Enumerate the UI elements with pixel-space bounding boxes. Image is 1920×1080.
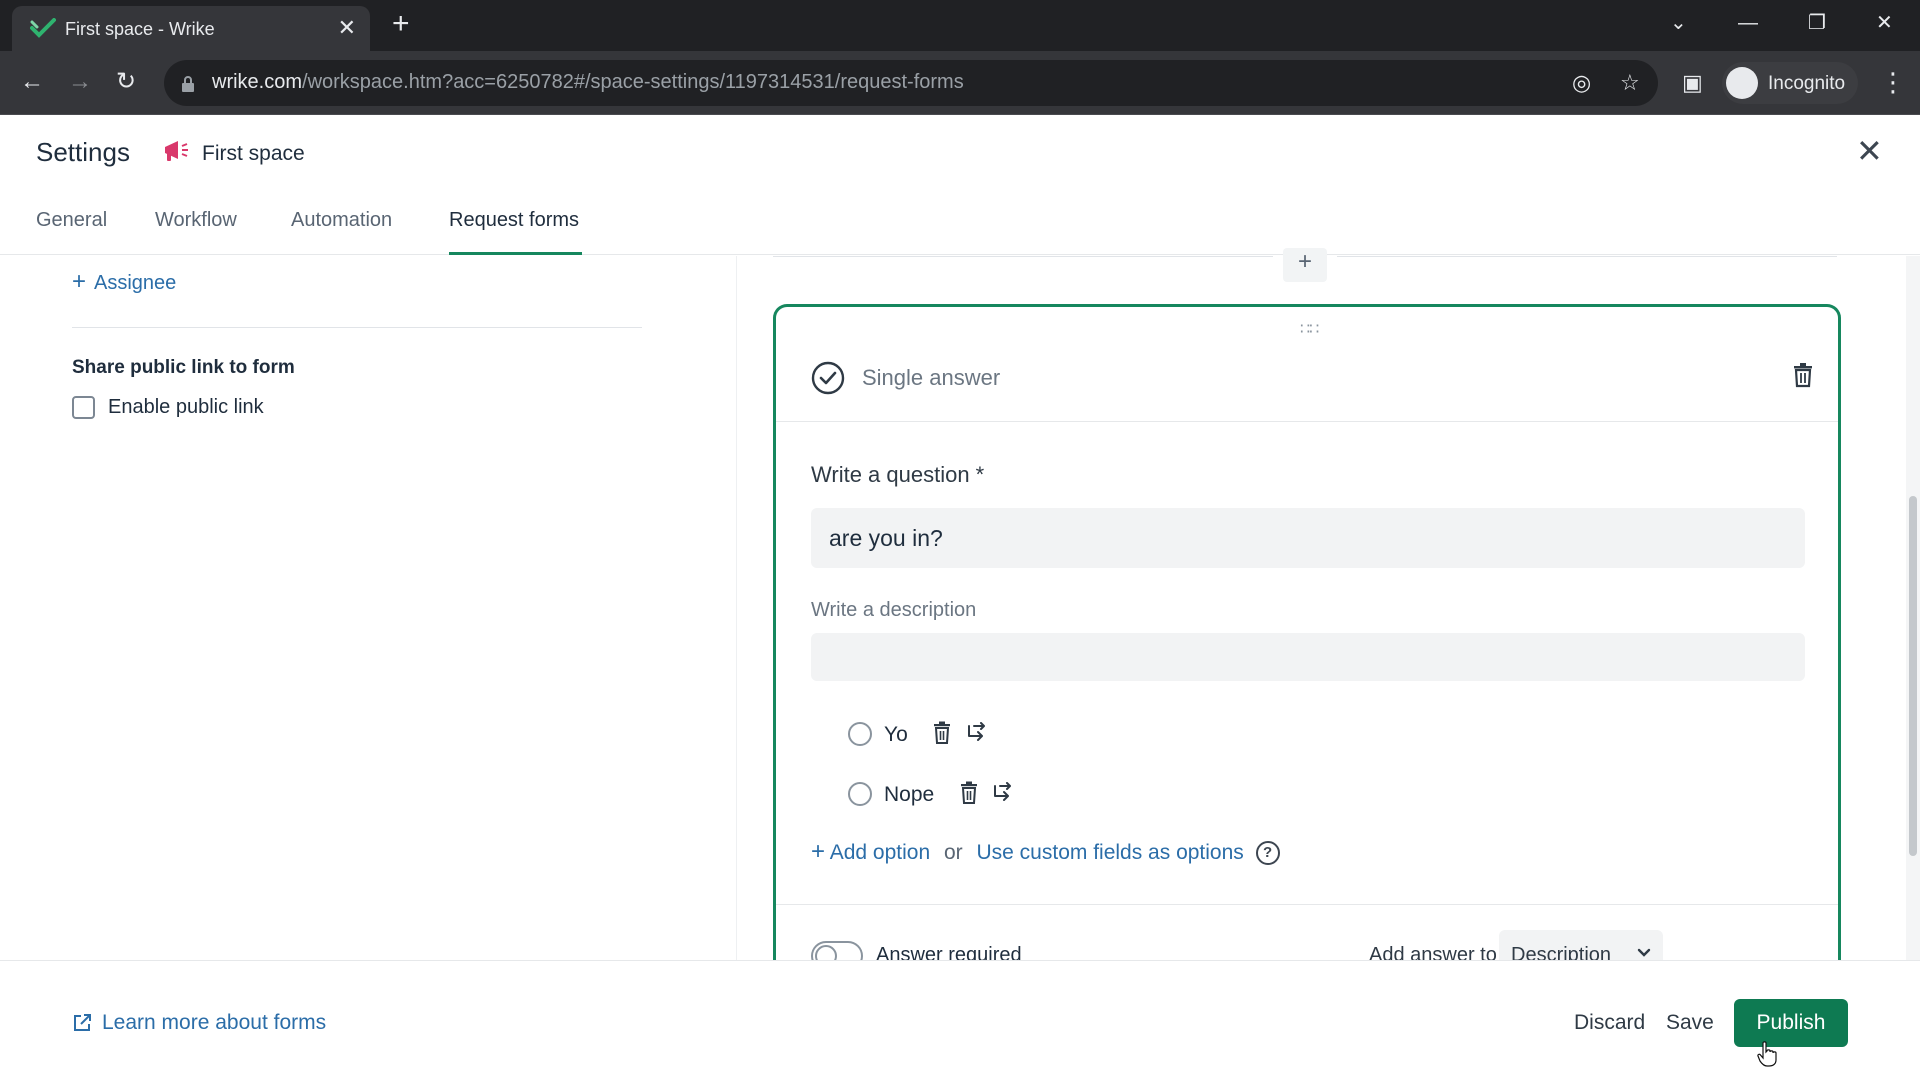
- add-option-row: + Add option or Use custom fields as opt…: [811, 838, 1280, 866]
- option-label[interactable]: Nope: [884, 783, 934, 807]
- tab-automation[interactable]: Automation: [291, 209, 392, 232]
- discard-button[interactable]: Discard: [1574, 1011, 1645, 1035]
- tab-workflow[interactable]: Workflow: [155, 209, 237, 232]
- megaphone-icon: [165, 141, 188, 161]
- vertical-scrollbar[interactable]: [1906, 256, 1920, 960]
- custom-fields-link[interactable]: Use custom fields as options: [977, 841, 1244, 864]
- branching-logic-icon[interactable]: [966, 722, 988, 744]
- enable-public-link-label[interactable]: Enable public link: [108, 396, 264, 419]
- divider: [776, 904, 1838, 905]
- active-tab-indicator: [449, 252, 582, 255]
- add-option-label: Add option: [829, 841, 931, 864]
- restore-icon[interactable]: ❐: [1808, 10, 1826, 36]
- plus-icon: +: [72, 268, 87, 295]
- browser-tab[interactable]: First space - Wrike ✕: [12, 6, 370, 51]
- incognito-icon: [1726, 67, 1758, 99]
- divider: [776, 421, 1838, 422]
- description-input[interactable]: [811, 633, 1805, 681]
- page-title: Settings: [36, 137, 130, 167]
- question-input[interactable]: [811, 508, 1805, 568]
- external-link-icon: [74, 1014, 91, 1031]
- form-footer: Learn more about forms Discard Save Publ…: [0, 960, 1920, 1080]
- share-section-title: Share public link to form: [72, 357, 295, 378]
- delete-option-trash-icon[interactable]: [932, 721, 952, 745]
- check-circle-icon: [811, 361, 845, 395]
- window-close-icon[interactable]: ✕: [1876, 10, 1893, 36]
- new-tab-icon[interactable]: +: [392, 9, 410, 39]
- add-option-button[interactable]: + Add option: [811, 838, 931, 865]
- drag-handle-icon[interactable]: ∷∷: [1300, 319, 1319, 339]
- or-text: or: [943, 841, 963, 864]
- tab-title: First space - Wrike: [65, 19, 215, 39]
- form-builder-canvas: + ∷∷ Single answer Write a question * Wr…: [736, 248, 1870, 1004]
- help-icon[interactable]: ?: [1255, 841, 1280, 865]
- browser-menu-icon[interactable]: ⋮: [1880, 67, 1906, 97]
- question-type-label: Single answer: [862, 365, 1001, 390]
- side-panel-icon[interactable]: ▣: [1682, 69, 1703, 97]
- star-bookmark-icon[interactable]: ☆: [1620, 69, 1640, 97]
- settings-header: Settings First space ✕ General Workflow …: [0, 115, 1920, 255]
- space-name: First space: [202, 142, 305, 165]
- browser-toolbar: ← → ↻ wrike.com/workspace.htm?acc=625078…: [0, 51, 1920, 115]
- tab-request-forms[interactable]: Request forms: [449, 209, 579, 232]
- option-radio[interactable]: [848, 782, 872, 806]
- hand-cursor-icon: [1757, 1041, 1777, 1067]
- tab-search-chevron-icon[interactable]: ⌄: [1670, 10, 1687, 36]
- enable-public-link-checkbox[interactable]: [72, 396, 95, 419]
- wrike-favicon-icon: [30, 18, 56, 38]
- chevron-down-icon: [1637, 948, 1651, 957]
- question-label: Write a question *: [811, 462, 985, 487]
- eye-off-icon[interactable]: ◎: [1572, 69, 1591, 97]
- tab-general[interactable]: General: [36, 209, 107, 232]
- minimize-icon[interactable]: —: [1738, 10, 1758, 36]
- save-button[interactable]: Save: [1666, 1011, 1714, 1035]
- divider: [773, 256, 1273, 257]
- option-radio[interactable]: [848, 722, 872, 746]
- incognito-profile-button[interactable]: Incognito: [1722, 62, 1858, 104]
- url-text[interactable]: wrike.com/workspace.htm?acc=6250782#/spa…: [212, 71, 964, 94]
- form-settings-panel: + Assignee Share public link to form Enab…: [0, 256, 736, 960]
- publish-button[interactable]: Publish: [1734, 999, 1848, 1047]
- delete-option-trash-icon[interactable]: [959, 781, 979, 805]
- divider: [72, 327, 642, 328]
- lock-icon: [182, 76, 194, 92]
- incognito-label: Incognito: [1768, 73, 1846, 94]
- branching-logic-icon[interactable]: [992, 782, 1014, 804]
- option-label[interactable]: Yo: [884, 723, 908, 747]
- delete-question-trash-icon[interactable]: [1791, 362, 1815, 388]
- back-arrow-icon[interactable]: ←: [20, 67, 44, 97]
- scrollbar-thumb[interactable]: [1909, 496, 1917, 856]
- reload-icon[interactable]: ↻: [116, 67, 136, 97]
- browser-tab-strip: First space - Wrike ✕ + ⌄ — ❐ ✕: [0, 0, 1920, 51]
- forward-arrow-icon[interactable]: →: [68, 67, 92, 97]
- close-settings-icon[interactable]: ✕: [1856, 133, 1883, 169]
- divider: [1337, 256, 1837, 257]
- tab-close-icon[interactable]: ✕: [338, 15, 356, 41]
- learn-more-link[interactable]: Learn more about forms: [102, 1011, 326, 1035]
- assignee-label: Assignee: [94, 272, 177, 294]
- plus-icon: +: [811, 838, 826, 865]
- answer-option: Nope: [848, 780, 1048, 810]
- add-question-plus-icon[interactable]: +: [1283, 248, 1327, 282]
- description-label: Write a description: [811, 599, 977, 621]
- question-card[interactable]: ∷∷ Single answer Write a question * Writ…: [773, 304, 1841, 1004]
- answer-option: Yo: [848, 720, 1008, 750]
- add-assignee-button[interactable]: + Assignee: [72, 268, 176, 296]
